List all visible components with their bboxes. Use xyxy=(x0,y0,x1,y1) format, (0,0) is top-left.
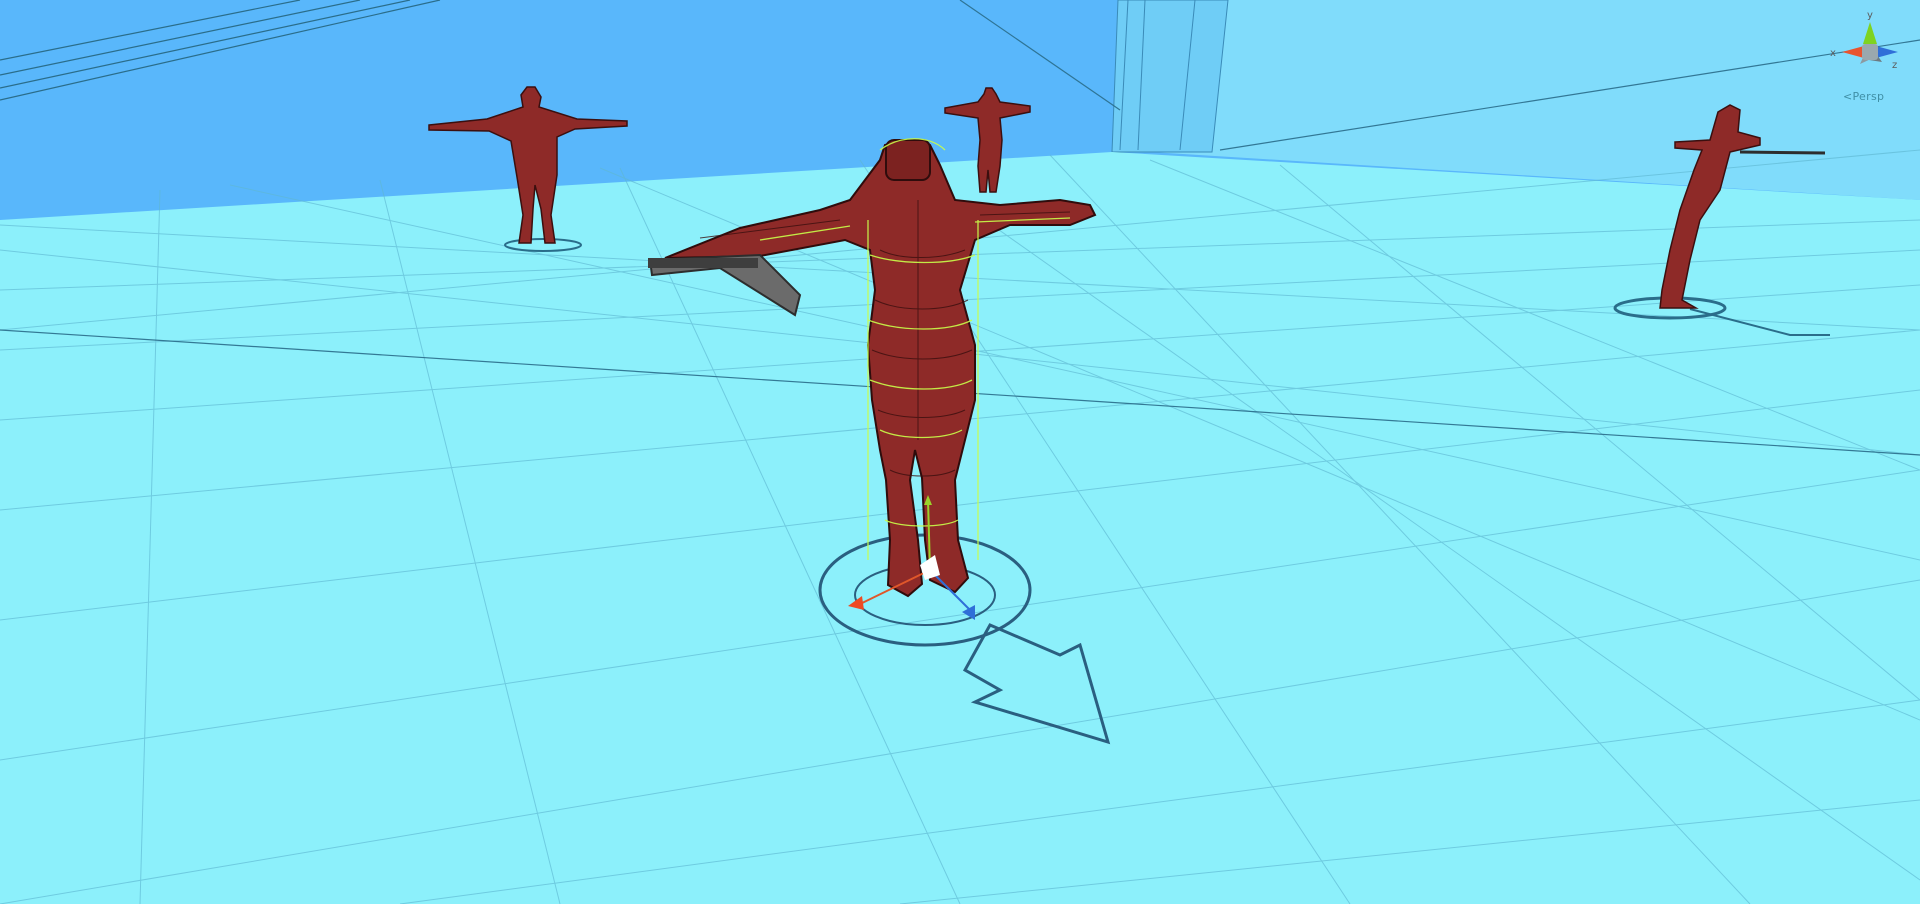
scene-viewport[interactable]: y x z <Persp xyxy=(0,0,1920,904)
helmet xyxy=(885,139,931,181)
projection-toggle[interactable]: <Persp xyxy=(1843,90,1884,103)
z-axis-label: z xyxy=(1892,60,1897,71)
pillar xyxy=(1111,0,1229,153)
y-axis-label: y xyxy=(1867,10,1873,21)
x-axis-label: x xyxy=(1830,48,1836,59)
